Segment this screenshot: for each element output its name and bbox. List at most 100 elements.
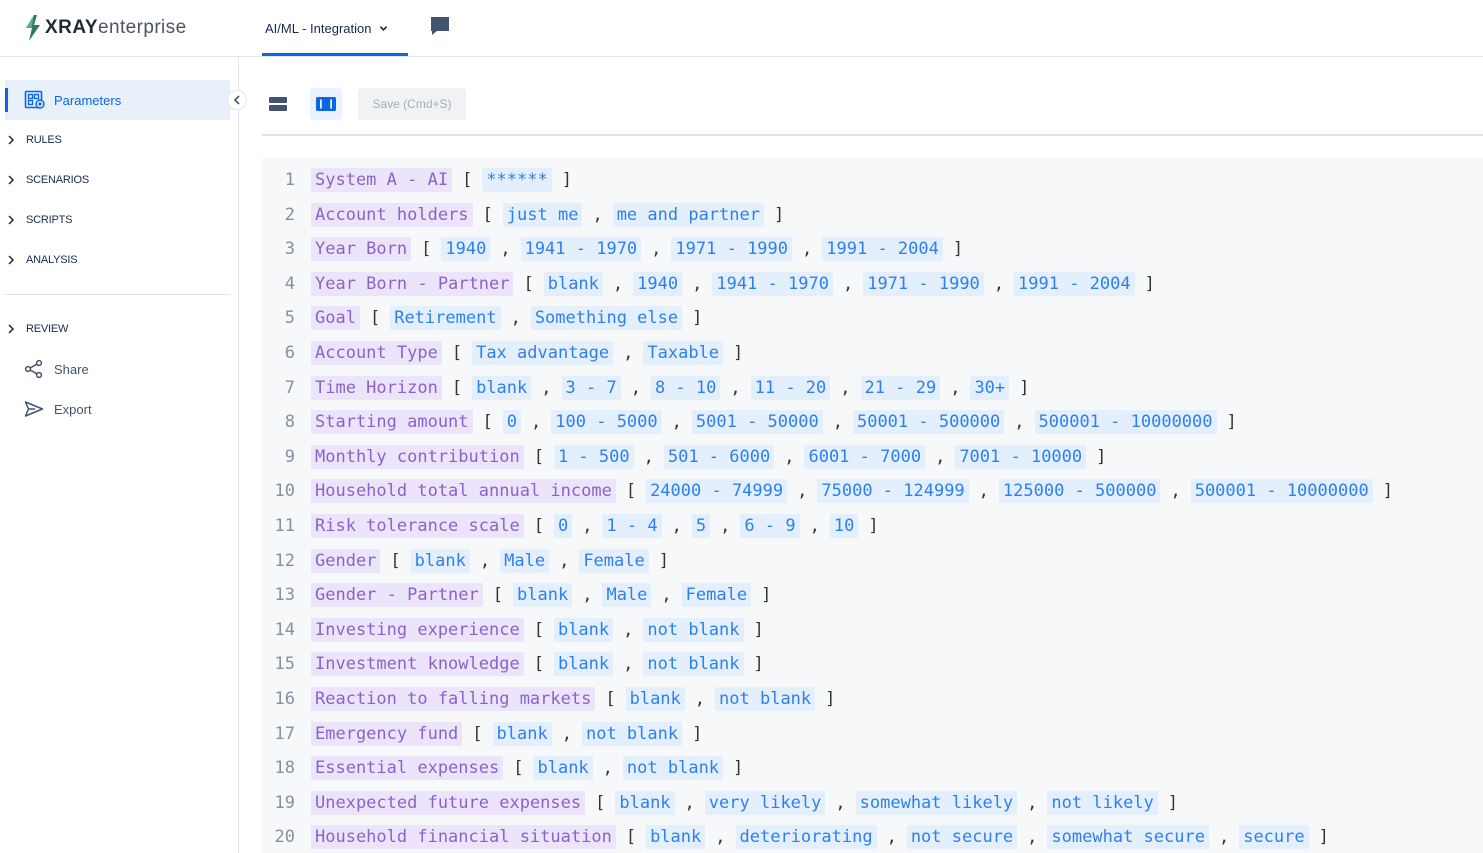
chevron-down-icon (380, 25, 388, 31)
open-bracket: [ (625, 827, 637, 848)
close-bracket: ] (1226, 412, 1237, 433)
parameter-value: deteriorating (735, 825, 877, 850)
editor-line[interactable]: 5 Goal [Retirement, Something else] (262, 301, 1483, 335)
parameter-value: 0 (553, 514, 573, 538)
editor-view-button[interactable] (310, 88, 342, 120)
parameter-definition: System A - AI [******] (311, 168, 582, 192)
editor-line[interactable]: 11 Risk tolerance scale [0, 1 - 4, 5, 6 - 9, 1… (262, 509, 1483, 543)
value-separator: , (623, 619, 634, 640)
parameter-value: 125000 - 500000 (998, 479, 1161, 504)
chevron-right-icon (8, 215, 15, 225)
parameter-value: not blank (715, 687, 816, 711)
editor-line[interactable]: 20 Household financial situation [blank, de… (262, 820, 1483, 853)
close-bracket: ] (1144, 273, 1155, 294)
editor-line[interactable]: 8 Starting amount [0, 100 - 5000, 5001 - 500… (262, 405, 1483, 439)
open-bracket: [ (451, 377, 463, 398)
parameter-value: blank (625, 687, 685, 711)
parameter-value: not secure (906, 825, 1018, 850)
editor-line[interactable]: 9 Monthly contribution [1 - 500, 501 - 6000… (262, 440, 1483, 474)
parameter-name: System A - AI (311, 168, 453, 192)
sidebar-item-parameters[interactable]: Parameters (5, 80, 230, 120)
chevron-right-icon (8, 324, 15, 334)
lightning-bolt-icon (26, 15, 40, 41)
editor-line[interactable]: 6 Account Type [Tax advantage, Taxable] (262, 336, 1483, 370)
line-number: 5 (284, 308, 295, 329)
editor-line[interactable]: 4 Year Born - Partner [blank, 1940, 1941 - 1… (262, 267, 1483, 301)
parameter-value: me and partner (612, 202, 764, 227)
sidebar-section-scenarios[interactable]: SCENARIOS (5, 165, 230, 195)
sidebar-section-scripts[interactable]: SCRIPTS (5, 205, 230, 235)
sidebar-section-label: ANALYSIS (26, 254, 78, 266)
parameter-definition: Year Born - Partner [blank, 1940, 1941 - 19… (311, 271, 1165, 296)
value-separator: , (835, 792, 846, 813)
sidebar-item-export[interactable]: Export (24, 395, 224, 423)
parameter-name: Investing experience (311, 617, 524, 642)
line-number: 7 (284, 377, 295, 398)
sidebar-item-label: Export (54, 401, 92, 417)
parameter-value: 75000 - 124999 (817, 479, 969, 504)
editor-line[interactable]: 7 Time Horizon [blank, 3 - 7, 8 - 10, 11 - 20… (262, 371, 1483, 405)
editor-line[interactable]: 17 Emergency fund [blank, not blank] (262, 717, 1483, 751)
value-separator: , (651, 239, 662, 260)
line-number: 15 (274, 654, 295, 675)
parameter-editor[interactable]: 1 System A - AI [******] 2 Account holders [j… (262, 158, 1483, 853)
parameter-value: Tax advantage (472, 341, 614, 365)
open-bracket: [ (421, 239, 432, 260)
project-selector[interactable]: AI/ML - Integration (262, 0, 408, 56)
parameter-value: 6001 - 7000 (804, 444, 926, 469)
parameter-value: Female (579, 548, 649, 573)
close-bracket: ] (692, 308, 703, 329)
open-bracket: [ (390, 550, 401, 571)
parameter-value: 21 - 29 (860, 375, 941, 400)
parameter-value: not likely (1047, 790, 1158, 815)
editor-line[interactable]: 12 Gender [blank, Male, Female] (262, 544, 1483, 578)
parameter-value: Male (602, 583, 652, 608)
sidebar-section-rules[interactable]: RULES (5, 125, 230, 155)
sidebar-section-review[interactable]: REVIEW (5, 314, 230, 344)
parameter-definition: Household total annual income [24000 - 74… (311, 479, 1403, 504)
parameter-value: 1991 - 2004 (822, 237, 943, 262)
sidebar-section-analysis[interactable]: ANALYSIS (5, 245, 230, 275)
value-separator: , (1170, 481, 1181, 502)
close-bracket: ] (1096, 446, 1107, 467)
line-number: 6 (284, 343, 295, 363)
sidebar-item-share[interactable]: Share (24, 355, 224, 383)
editor-line[interactable]: 19 Unexpected future expenses [blank, very … (262, 786, 1483, 820)
save-button[interactable]: Save (Cmd+S) (358, 88, 466, 120)
parameter-value: just me (502, 202, 583, 227)
parameter-name: Time Horizon (311, 375, 442, 400)
value-separator: , (802, 239, 813, 260)
line-number: 18 (274, 758, 295, 779)
parameter-name: Reaction to falling markets (311, 687, 596, 711)
value-separator: , (671, 412, 682, 433)
editor-line[interactable]: 10 Household total annual income [24000 - … (262, 474, 1483, 508)
parameter-value: 500001 - 10000000 (1034, 410, 1217, 435)
editor-line[interactable]: 2 Account holders [just me, me and partner] (262, 198, 1483, 232)
value-separator: , (842, 273, 854, 294)
editor-line[interactable]: 16 Reaction to falling markets [blank, not … (262, 682, 1483, 716)
editor-line[interactable]: 13 Gender - Partner [blank, Male, Female] (262, 578, 1483, 612)
parameter-value: 3 - 7 (561, 375, 621, 400)
open-bracket: [ (595, 792, 606, 813)
editor-line[interactable]: 18 Essential expenses [blank, not blank] (262, 751, 1483, 785)
editor-line[interactable]: 15 Investment knowledge [blank, not blank] (262, 647, 1483, 681)
list-view-button[interactable] (262, 88, 294, 120)
close-bracket: ] (761, 585, 772, 606)
comment-icon[interactable] (428, 15, 452, 37)
open-bracket: [ (472, 723, 483, 744)
app-logo[interactable]: XRAY enterprise (24, 14, 187, 42)
close-bracket: ] (658, 550, 669, 571)
collapse-sidebar-button[interactable] (227, 90, 247, 110)
parameter-value: not blank (622, 756, 724, 781)
chevron-right-icon (8, 175, 15, 185)
parameter-value: 1 - 4 (602, 514, 662, 538)
editor-line[interactable]: 1 System A - AI [******] (262, 163, 1483, 197)
editor-line[interactable]: 14 Investing experience [blank, not blank] (262, 613, 1483, 647)
close-bracket: ] (1167, 792, 1179, 813)
parameter-name: Goal (311, 306, 360, 331)
parameter-value: blank (553, 652, 614, 677)
editor-line[interactable]: 3 Year Born [1940, 1941 - 1970, 1971 - 1990,… (262, 232, 1483, 266)
parameter-definition: Account Type [Tax advantage, Taxable] (311, 341, 753, 365)
parameters-icon (24, 90, 45, 109)
parameter-name: Account holders (311, 202, 473, 227)
